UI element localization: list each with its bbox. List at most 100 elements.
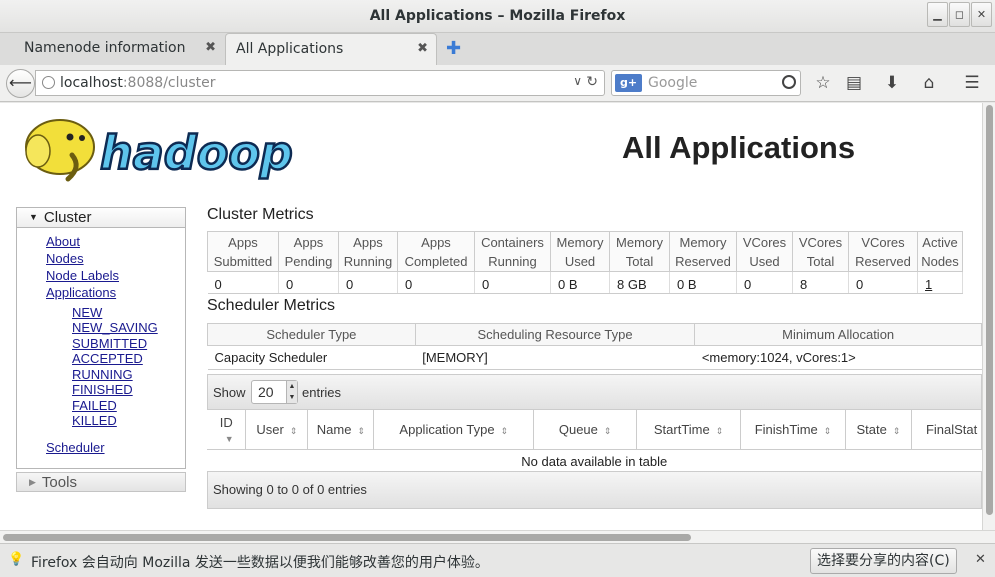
cluster-label: Cluster: [43, 209, 92, 226]
sort-icon: ⇕: [715, 426, 724, 436]
window-title: All Applications – Mozilla Firefox: [369, 8, 626, 24]
metric-value: 0 B: [669, 271, 737, 294]
search-bar[interactable]: g+ Google: [611, 70, 801, 96]
metric-header: VCores Total: [792, 231, 849, 272]
vertical-scrollbar[interactable]: [982, 103, 995, 530]
home-icon[interactable]: ⌂: [917, 73, 941, 93]
sidebar-state-new-saving[interactable]: NEW_SAVING: [72, 320, 158, 335]
page-size-select[interactable]: 20 ▲ ▼: [251, 380, 298, 404]
metric-header: VCores Reserved: [848, 231, 918, 272]
column-header-finalstatus[interactable]: FinalStat: [911, 409, 982, 450]
navigation-toolbar: ⟵ localhost:8088/cluster ∨ ↻ g+ Google ☆…: [0, 65, 995, 102]
tab-namenode-information[interactable]: Namenode information ✖: [14, 33, 224, 65]
sort-icon: ⇕: [289, 426, 298, 436]
sidebar-link-nodes[interactable]: Nodes: [46, 251, 84, 266]
column-header-name[interactable]: Name ⇕: [307, 409, 375, 450]
horizontal-scrollbar[interactable]: [0, 530, 995, 543]
minimize-icon[interactable]: ▁: [927, 2, 948, 27]
scheduler-header: Minimum Allocation: [694, 323, 982, 346]
column-header-queue[interactable]: Queue ⇕: [533, 409, 638, 450]
metric-value: 0: [338, 271, 398, 294]
sidebar-state-failed[interactable]: FAILED: [72, 398, 117, 413]
reload-icon[interactable]: ↻: [586, 74, 598, 90]
sidebar-link-about[interactable]: About: [46, 234, 80, 249]
url-text[interactable]: localhost:8088/cluster: [60, 75, 216, 91]
url-bar[interactable]: localhost:8088/cluster ∨ ↻: [35, 70, 605, 96]
maximize-icon[interactable]: ◻: [949, 2, 970, 27]
scheduler-value: [MEMORY]: [415, 345, 695, 370]
triangle-down-icon: ▼: [29, 212, 38, 222]
metric-header: Memory Total: [609, 231, 670, 272]
search-engine-icon[interactable]: g+: [615, 74, 642, 92]
metric-header: Apps Pending: [278, 231, 339, 272]
scheduler-value: Capacity Scheduler: [207, 345, 416, 370]
show-label: Show: [213, 385, 246, 400]
metrics-row: 0 0 0 0 0 0 B 8 GB 0 B 0 8 0 1: [207, 271, 963, 294]
sidebar-state-submitted[interactable]: SUBMITTED: [72, 336, 147, 351]
notification-bar: 💡 Firefox 会自动向 Mozilla 发送一些数据以便我们能够改善您的用…: [0, 543, 995, 577]
reading-list-icon[interactable]: ▤: [842, 73, 866, 93]
close-tab-icon[interactable]: ✖: [205, 40, 216, 55]
column-label: Name: [316, 422, 352, 437]
bookmark-star-icon[interactable]: ☆: [811, 73, 835, 93]
metric-value: 0: [474, 271, 551, 294]
table-row: No data available in table: [207, 449, 982, 474]
close-notification-icon[interactable]: ✕: [975, 552, 986, 567]
column-header-state[interactable]: State ⇕: [845, 409, 912, 450]
sidebar-link-node-labels[interactable]: Node Labels: [46, 268, 119, 283]
metric-value: 0: [848, 271, 918, 294]
sidebar-link-scheduler[interactable]: Scheduler: [46, 440, 105, 455]
column-header-id[interactable]: ID ▼: [207, 409, 247, 450]
column-header-user[interactable]: User ⇕: [245, 409, 309, 450]
active-nodes-link[interactable]: 1: [925, 277, 932, 292]
column-header-finishtime[interactable]: FinishTime ⇕: [740, 409, 846, 450]
column-header-starttime[interactable]: StartTime ⇕: [636, 409, 742, 450]
choose-what-to-share-button[interactable]: 选择要分享的内容(C): [810, 548, 957, 574]
metric-header: Apps Completed: [397, 231, 475, 272]
url-host: localhost: [60, 75, 123, 91]
close-window-icon[interactable]: ✕: [971, 2, 992, 27]
cluster-section-header[interactable]: ▼ Cluster: [17, 208, 185, 228]
logo-text: hadoop: [100, 126, 293, 180]
download-icon[interactable]: ⬇: [880, 73, 904, 93]
metric-header: VCores Used: [736, 231, 793, 272]
search-icon[interactable]: [782, 75, 796, 89]
menu-icon[interactable]: ☰: [960, 73, 984, 93]
sidebar-link-applications[interactable]: Applications: [46, 285, 116, 300]
sort-icon: ⇕: [603, 426, 612, 436]
close-tab-icon[interactable]: ✖: [417, 41, 428, 56]
metric-value: 0: [397, 271, 475, 294]
metric-header: Memory Used: [550, 231, 610, 272]
back-button[interactable]: ⟵: [6, 69, 35, 98]
column-header-application-type[interactable]: Application Type ⇕: [373, 409, 535, 450]
metric-value: 0 B: [550, 271, 610, 294]
scheduler-header: Scheduler Type: [207, 323, 416, 346]
column-label: StartTime: [653, 422, 710, 437]
sort-icon: ⇕: [823, 426, 832, 436]
tab-label: All Applications: [236, 41, 344, 57]
empty-table-message: No data available in table: [207, 449, 982, 474]
sidebar-state-killed[interactable]: KILLED: [72, 413, 117, 428]
history-dropdown-icon[interactable]: ∨: [573, 74, 582, 88]
metric-header: Apps Submitted: [207, 231, 279, 272]
tools-section-header[interactable]: ▶ Tools: [16, 472, 186, 492]
column-label: ID: [219, 414, 233, 430]
column-label: Application Type: [399, 422, 495, 437]
vertical-scroll-thumb[interactable]: [986, 105, 993, 515]
column-label: User: [256, 422, 284, 437]
sort-icon: ⇕: [500, 426, 509, 436]
horizontal-scroll-thumb[interactable]: [3, 534, 691, 541]
page-title: All Applications: [622, 130, 856, 165]
sidebar-state-new[interactable]: NEW: [72, 305, 102, 320]
metric-value: 0: [278, 271, 339, 294]
sidebar-state-accepted[interactable]: ACCEPTED: [72, 351, 143, 366]
tab-label: Namenode information: [24, 40, 186, 56]
sidebar-state-finished[interactable]: FINISHED: [72, 382, 133, 397]
url-path: :8088/cluster: [122, 75, 216, 91]
sidebar-state-running[interactable]: RUNNING: [72, 367, 133, 382]
triangle-right-icon: ▶: [29, 477, 36, 487]
tab-all-applications[interactable]: All Applications ✖: [225, 33, 437, 65]
scheduler-header: Scheduling Resource Type: [414, 323, 696, 346]
new-tab-icon[interactable]: ✚: [446, 38, 461, 59]
cluster-metrics-title: Cluster Metrics: [207, 206, 314, 223]
